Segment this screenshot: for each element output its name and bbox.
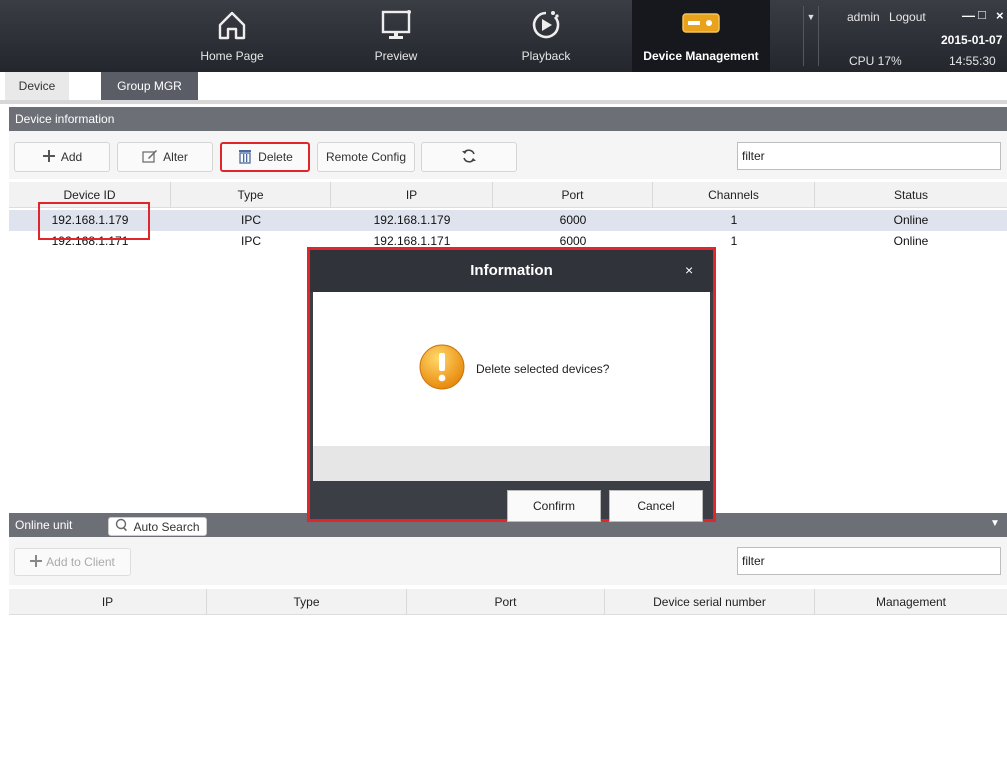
minimize-button[interactable]: —	[962, 8, 975, 23]
device-filter-input[interactable]	[737, 142, 1001, 170]
monitor-icon	[379, 8, 413, 45]
cpu-usage: CPU 17%	[849, 54, 902, 68]
nav-preview-label: Preview	[374, 49, 418, 63]
tab-device[interactable]: Device	[5, 72, 69, 100]
nav-home-label: Home Page	[200, 49, 264, 63]
tab-group-mgr[interactable]: Group MGR	[101, 72, 198, 100]
column-header-port[interactable]: Port	[407, 589, 605, 615]
nav-playback-label: Playback	[521, 49, 571, 63]
device-information-header: Device information	[9, 107, 1007, 131]
alter-label: Alter	[163, 150, 188, 164]
column-header-ip[interactable]: IP	[9, 589, 207, 615]
plus-icon	[30, 554, 43, 570]
column-header-management[interactable]: Management	[815, 589, 1007, 615]
maximize-button[interactable]: □	[978, 7, 986, 22]
information-dialog: Information × Delete selected devices? C…	[307, 247, 716, 522]
close-window-button[interactable]: ×	[996, 8, 1004, 23]
cell-ip: 192.168.1.179	[373, 213, 451, 227]
column-header-channels[interactable]: Channels	[653, 182, 815, 208]
divider	[0, 100, 1007, 104]
top-navigation-bar: Home Page Preview Playback Device Manage…	[0, 0, 1007, 72]
column-header-port[interactable]: Port	[493, 182, 653, 208]
search-icon	[115, 518, 129, 535]
add-label: Add	[60, 150, 83, 164]
column-header-status[interactable]: Status	[815, 182, 1007, 208]
user-area: admin Logout	[847, 10, 926, 24]
auto-search-button[interactable]: Auto Search	[108, 517, 207, 536]
add-device-button[interactable]: Add	[14, 142, 110, 172]
add-to-client-button[interactable]: Add to Client	[14, 548, 131, 576]
column-header-type[interactable]: Type	[171, 182, 331, 208]
dialog-body: Delete selected devices?	[313, 292, 710, 446]
nav-home-page[interactable]: Home Page	[193, 0, 271, 72]
cell-channels: 1	[730, 213, 738, 227]
add-to-client-label: Add to Client	[46, 555, 115, 569]
warning-icon	[418, 343, 466, 391]
refresh-icon	[461, 148, 477, 167]
collapse-arrow-icon[interactable]: ▼	[990, 518, 1000, 529]
edit-icon	[142, 149, 158, 166]
column-header-ip[interactable]: IP	[331, 182, 493, 208]
plus-icon	[42, 149, 56, 166]
nav-device-management[interactable]: Device Management	[632, 0, 770, 72]
auto-search-label: Auto Search	[133, 519, 200, 534]
date-display: 2015-01-07	[941, 33, 1003, 47]
device-table-header: Device ID Type IP Port Channels Status	[9, 182, 1007, 208]
delete-device-button[interactable]: Delete	[220, 142, 310, 172]
trash-icon	[237, 148, 253, 167]
column-header-serial-number[interactable]: Device serial number	[605, 589, 815, 615]
dropdown-toggle[interactable]: ▼	[803, 6, 819, 66]
cell-status: Online	[893, 234, 929, 248]
chevron-down-icon: ▼	[806, 12, 816, 22]
remote-config-button[interactable]: Remote Config	[317, 142, 415, 172]
dialog-title: Information	[310, 250, 713, 292]
sub-tabs: Device Group MGR	[0, 72, 1007, 100]
column-header-type[interactable]: Type	[207, 589, 407, 615]
table-row[interactable]: 192.168.1.179 IPC 192.168.1.179 6000 1 O…	[9, 210, 1007, 231]
device-id-highlight-box	[38, 202, 150, 240]
alter-device-button[interactable]: Alter	[117, 142, 213, 172]
nav-preview[interactable]: Preview	[357, 0, 435, 72]
time-display: 14:55:30	[949, 54, 996, 68]
delete-label: Delete	[258, 150, 293, 164]
refresh-button[interactable]	[421, 142, 517, 172]
nav-device-management-label: Device Management	[643, 49, 759, 63]
username: admin	[847, 10, 880, 24]
logout-link[interactable]: Logout	[889, 10, 926, 24]
cancel-button[interactable]: Cancel	[609, 490, 703, 522]
playback-icon	[529, 8, 563, 45]
confirm-button[interactable]: Confirm	[507, 490, 601, 522]
nav-playback[interactable]: Playback	[507, 0, 585, 72]
online-unit-table-header: IP Type Port Device serial number Manage…	[9, 589, 1007, 615]
home-icon	[215, 8, 249, 45]
dialog-close-icon[interactable]: ×	[685, 262, 693, 278]
cell-status: Online	[893, 213, 929, 227]
cell-type: IPC	[240, 213, 261, 227]
cell-port: 6000	[559, 213, 587, 227]
dialog-message: Delete selected devices?	[476, 362, 610, 376]
device-management-icon	[681, 12, 721, 37]
dialog-spacer	[313, 446, 710, 481]
online-unit-filter-input[interactable]	[737, 547, 1001, 575]
